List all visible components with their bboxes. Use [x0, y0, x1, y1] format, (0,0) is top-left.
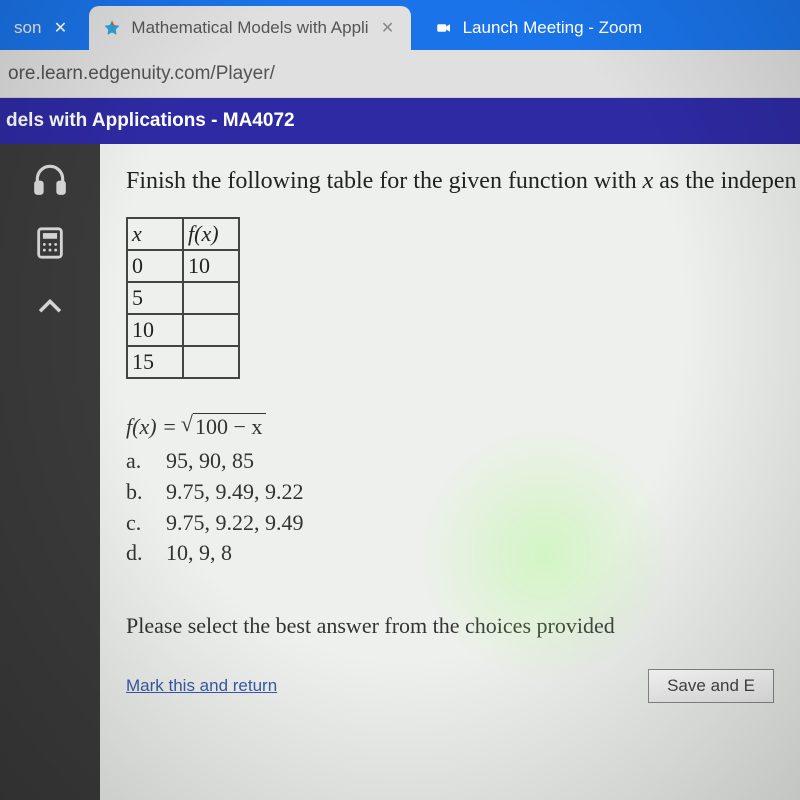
table-row: 5	[127, 282, 239, 314]
browser-tab-zoom[interactable]: Launch Meeting - Zoom	[421, 6, 657, 50]
question-footer: Mark this and return Save and E	[126, 669, 774, 703]
headphones-icon[interactable]	[29, 158, 71, 200]
zoom-favicon-icon	[435, 19, 453, 37]
course-header: dels with Applications - MA4072	[0, 98, 800, 144]
question-panel: Finish the following table for the given…	[100, 144, 800, 800]
option-a[interactable]: a. 95, 90, 85	[126, 446, 774, 477]
option-d[interactable]: d. 10, 9, 8	[126, 538, 774, 569]
collapse-up-icon[interactable]	[29, 286, 71, 328]
calculator-icon[interactable]	[29, 222, 71, 264]
answer-options: a. 95, 90, 85 b. 9.75, 9.49, 9.22 c. 9.7…	[126, 446, 774, 569]
address-bar[interactable]: ore.learn.edgenuity.com/Player/	[0, 50, 800, 98]
browser-tab-row: son ✕ Mathematical Models with Appli ✕ L…	[0, 0, 800, 50]
edgenuity-favicon-icon	[103, 19, 121, 37]
question-prompt: Finish the following table for the given…	[126, 168, 774, 195]
browser-tab-prev[interactable]: son ✕	[0, 6, 83, 50]
tool-sidebar	[0, 144, 100, 800]
option-c[interactable]: c. 9.75, 9.22, 9.49	[126, 508, 774, 539]
course-title: dels with Applications - MA4072	[6, 110, 295, 132]
option-b[interactable]: b. 9.75, 9.49, 9.22	[126, 477, 774, 508]
tab-title: Mathematical Models with Appli	[131, 18, 368, 38]
save-button[interactable]: Save and E	[648, 669, 774, 703]
tab-title: son	[14, 18, 41, 38]
tab-title: Launch Meeting - Zoom	[463, 18, 643, 38]
table-row: 15	[127, 346, 239, 378]
close-icon[interactable]: ✕	[379, 19, 397, 37]
function-expression: f(x) = √ 100 − x	[126, 413, 774, 440]
col-header-x: x	[127, 218, 183, 250]
function-table: x f(x) 0 10 5 10 15	[126, 217, 240, 379]
browser-tab-active[interactable]: Mathematical Models with Appli ✕	[89, 6, 410, 50]
col-header-fx: f(x)	[183, 218, 239, 250]
mark-and-return-link[interactable]: Mark this and return	[126, 676, 277, 696]
table-row: 10	[127, 314, 239, 346]
select-prompt: Please select the best answer from the c…	[126, 613, 774, 639]
close-icon[interactable]: ✕	[51, 19, 69, 37]
radical-icon: √	[181, 413, 193, 435]
table-header-row: x f(x)	[127, 218, 239, 250]
table-row: 0 10	[127, 250, 239, 282]
url-text: ore.learn.edgenuity.com/Player/	[8, 63, 275, 85]
